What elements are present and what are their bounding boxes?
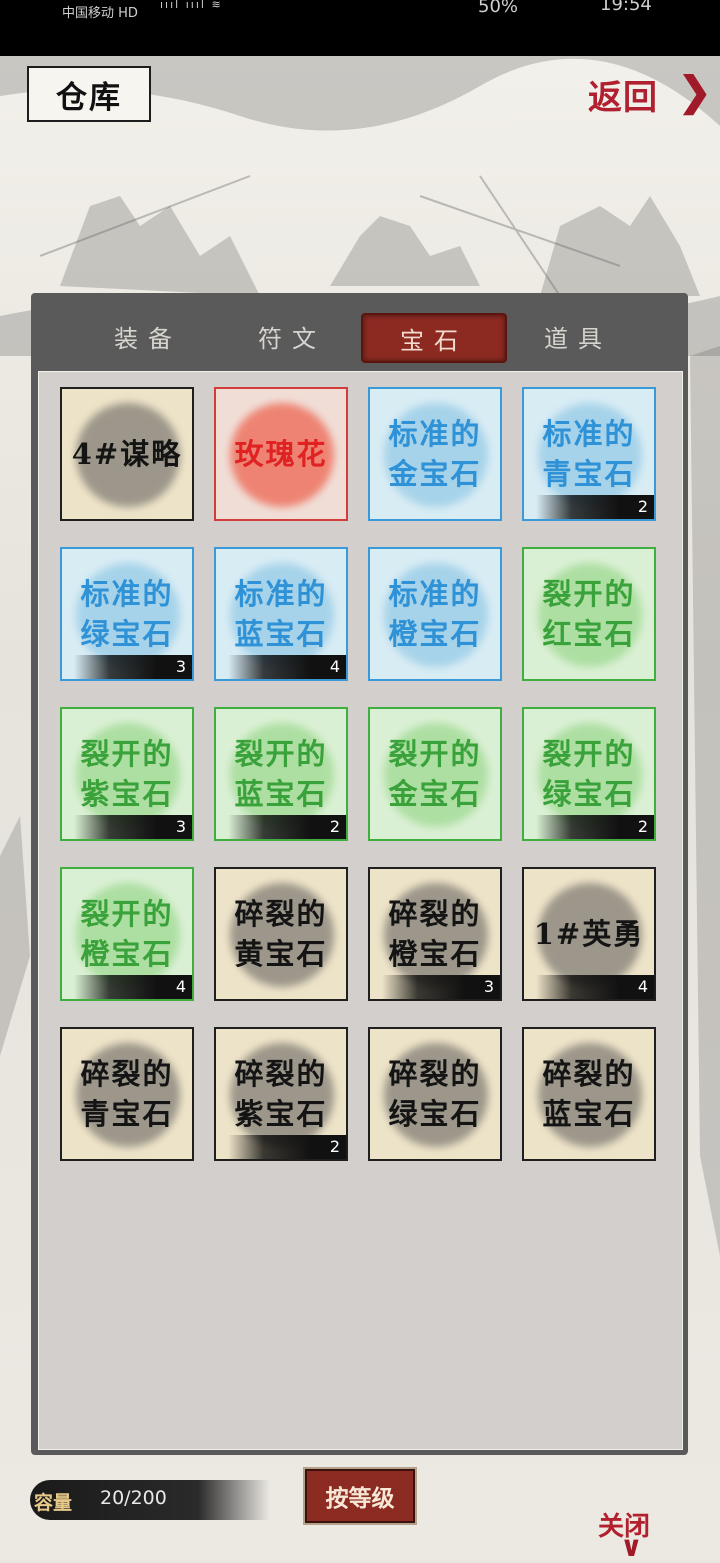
- item-count-badge: 2: [228, 815, 346, 839]
- battery-level: 50%: [478, 0, 519, 17]
- item-count-badge: 4: [536, 975, 654, 999]
- capacity-value: 20/200: [100, 1487, 167, 1509]
- item-slot[interactable]: 裂开的蓝宝石 2: [214, 707, 348, 841]
- item-slot[interactable]: 1#英勇 4: [522, 867, 656, 1001]
- item-count-badge: 3: [74, 815, 192, 839]
- clock: 19:54: [600, 0, 652, 15]
- item-name: 标准的蓝宝石: [234, 577, 328, 651]
- item-name: 碎裂的黄宝石: [234, 897, 328, 971]
- tab-runes[interactable]: 符文: [221, 313, 363, 359]
- item-name: 碎裂的青宝石: [80, 1057, 174, 1131]
- item-name: 碎裂的绿宝石: [388, 1057, 482, 1131]
- item-slot[interactable]: 标准的青宝石 2: [522, 387, 656, 521]
- tab-items[interactable]: 道具: [507, 313, 649, 359]
- item-slot[interactable]: 碎裂的紫宝石 2: [214, 1027, 348, 1161]
- chevron-down-icon: ∨: [620, 1530, 643, 1563]
- item-slot[interactable]: 碎裂的蓝宝石: [522, 1027, 656, 1161]
- carrier-label: 中国移动 HD: [62, 6, 138, 21]
- page-title: 仓库: [27, 66, 151, 122]
- item-count-badge: 3: [382, 975, 500, 999]
- item-count-badge: 2: [536, 495, 654, 519]
- item-count-badge: 2: [536, 815, 654, 839]
- item-slot[interactable]: 玫瑰花: [214, 387, 348, 521]
- item-slot[interactable]: 裂开的紫宝石 3: [60, 707, 194, 841]
- item-name: 裂开的红宝石: [542, 577, 636, 651]
- item-name: 标准的橙宝石: [388, 577, 482, 651]
- item-name: 裂开的紫宝石: [80, 737, 174, 811]
- item-slot[interactable]: 裂开的金宝石: [368, 707, 502, 841]
- item-name: 1#英勇: [533, 917, 645, 951]
- storage-panel: 装备 符文 宝石 道具 4#谋略 玫瑰花 标准的金宝石 标准的青宝石 2 标准的绿宝石 3 标…: [31, 293, 688, 1455]
- tab-equipment[interactable]: 装备: [77, 313, 219, 359]
- tab-gems[interactable]: 宝石: [361, 313, 507, 363]
- item-name: 裂开的橙宝石: [80, 897, 174, 971]
- tab-bar: 装备 符文 宝石 道具: [31, 293, 688, 371]
- item-name: 裂开的金宝石: [388, 737, 482, 811]
- item-slot[interactable]: 标准的金宝石: [368, 387, 502, 521]
- item-slot[interactable]: 标准的绿宝石 3: [60, 547, 194, 681]
- item-slot[interactable]: 碎裂的绿宝石: [368, 1027, 502, 1161]
- close-button[interactable]: 关闭 ∨: [598, 1506, 678, 1563]
- item-name: 裂开的绿宝石: [542, 737, 636, 811]
- item-slot[interactable]: 碎裂的黄宝石: [214, 867, 348, 1001]
- item-name: 标准的金宝石: [388, 417, 482, 491]
- item-name: 4#谋略: [71, 437, 183, 471]
- signal-icon: ıııl ıııl ≋: [160, 0, 223, 11]
- item-slot[interactable]: 碎裂的青宝石: [60, 1027, 194, 1161]
- item-slot[interactable]: 4#谋略: [60, 387, 194, 521]
- item-slot[interactable]: 标准的蓝宝石 4: [214, 547, 348, 681]
- item-count-badge: 4: [74, 975, 192, 999]
- item-name: 玫瑰花: [234, 437, 328, 471]
- back-button[interactable]: 返回 ❯: [588, 68, 713, 120]
- item-slot[interactable]: 标准的橙宝石: [368, 547, 502, 681]
- item-count-badge: 3: [74, 655, 192, 679]
- item-name: 碎裂的蓝宝石: [542, 1057, 636, 1131]
- item-name: 标准的青宝石: [542, 417, 636, 491]
- capacity-indicator: 容量 20/200: [30, 1472, 270, 1528]
- item-name: 碎裂的橙宝石: [388, 897, 482, 971]
- item-count-badge: 4: [228, 655, 346, 679]
- item-slot[interactable]: 碎裂的橙宝石 3: [368, 867, 502, 1001]
- item-slot[interactable]: 裂开的红宝石: [522, 547, 656, 681]
- chevron-right-icon: ❯: [678, 68, 713, 115]
- back-label: 返回: [588, 78, 658, 118]
- sort-by-level-button[interactable]: 按等级: [305, 1469, 415, 1523]
- item-name: 碎裂的紫宝石: [234, 1057, 328, 1131]
- status-bar: 中国移动 HD ıııl ıııl ≋ 50% 19:54: [0, 0, 720, 56]
- item-name: 裂开的蓝宝石: [234, 737, 328, 811]
- item-name: 标准的绿宝石: [80, 577, 174, 651]
- item-count-badge: 2: [228, 1135, 346, 1159]
- item-slot[interactable]: 裂开的绿宝石 2: [522, 707, 656, 841]
- item-slot[interactable]: 裂开的橙宝石 4: [60, 867, 194, 1001]
- capacity-label: 容量: [34, 1492, 73, 1514]
